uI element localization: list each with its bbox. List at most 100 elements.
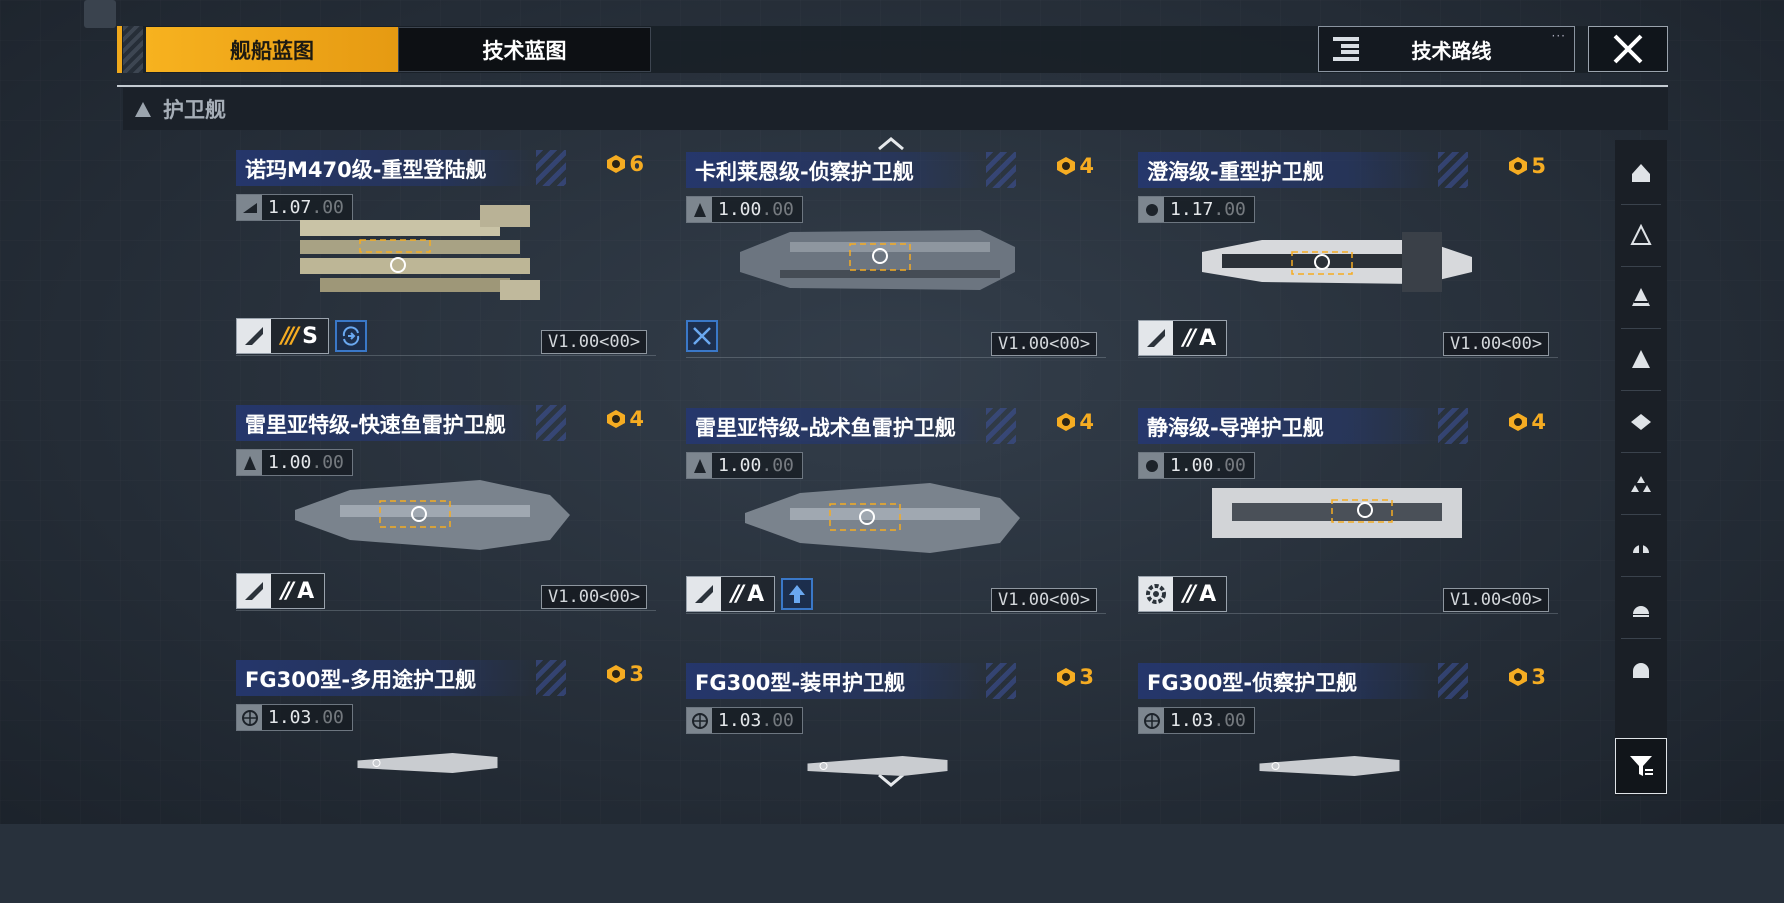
rail-divider xyxy=(1621,514,1661,515)
filter-station-icon[interactable] xyxy=(1619,518,1663,574)
ship-model-image xyxy=(1212,488,1462,538)
globe-icon xyxy=(687,708,712,733)
collapse-triangle-icon xyxy=(135,101,151,117)
ship-version-box: 1.03.00 xyxy=(236,704,353,731)
ship-version-suffix: .00 xyxy=(761,710,794,731)
ship-card[interactable]: 雷里亚特级-快速鱼雷护卫舰 4 1.00.00 //A V1.00<00> xyxy=(236,405,656,645)
top-divider xyxy=(117,85,1668,87)
filter-carrier-icon[interactable] xyxy=(1619,146,1663,202)
ship-card[interactable]: FG300型-多用途护卫舰 3 1.03.00 xyxy=(236,660,656,900)
skill-cross-icon[interactable] xyxy=(686,320,718,352)
card-baseline xyxy=(236,610,656,611)
ship-cost-value: 3 xyxy=(1079,665,1094,689)
globe-icon xyxy=(1139,708,1164,733)
ship-grade-box: //A xyxy=(1138,320,1228,356)
ship-model-image xyxy=(745,483,1020,553)
command-point-icon xyxy=(607,665,626,683)
ship-version-tag: V1.00<00> xyxy=(1443,332,1550,356)
corner-mark xyxy=(84,0,116,28)
ship-card[interactable]: 诺玛M470级-重型登陆舰 6 1.07.00 ///S V1.00<00> xyxy=(236,150,656,390)
ship-class-icon xyxy=(687,197,712,222)
filter-corvette-icon[interactable] xyxy=(1619,394,1663,450)
ship-cost-value: 4 xyxy=(1079,154,1094,178)
tech-route-button[interactable]: 技术路线 ··· xyxy=(1318,26,1575,72)
ship-stat-row: //A xyxy=(236,573,326,609)
filter-fighter-icon[interactable] xyxy=(1619,456,1663,512)
rail-divider xyxy=(1621,452,1661,453)
ship-name: 卡利莱恩级-侦察护卫舰 xyxy=(695,160,914,184)
close-button[interactable] xyxy=(1588,26,1668,72)
ship-card[interactable]: FG300型-侦察护卫舰 3 1.03.00 xyxy=(1138,663,1558,903)
ship-version-suffix: .00 xyxy=(1213,710,1246,731)
ship-card[interactable]: FG300型-装甲护卫舰 3 1.03.00 xyxy=(686,663,1106,903)
scroll-up-chevron-icon[interactable] xyxy=(876,134,906,154)
ship-version: 1.03 xyxy=(1170,710,1214,731)
weapon-type-icon xyxy=(237,574,271,608)
ship-model-image xyxy=(807,756,948,776)
ship-card[interactable]: 卡利莱恩级-侦察护卫舰 4 1.00.00 V1.00<00> xyxy=(686,152,1106,392)
ship-cost-value: 3 xyxy=(629,662,644,686)
rail-divider xyxy=(1621,328,1661,329)
skill-swap-icon[interactable] xyxy=(334,320,367,352)
command-point-icon xyxy=(1509,157,1528,175)
ship-model-image xyxy=(1259,756,1400,776)
ship-stat-row: ///S xyxy=(236,318,367,354)
ship-class-icon xyxy=(1139,453,1164,478)
ship-name: 诺玛M470级-重型登陆舰 xyxy=(245,158,487,182)
category-bar[interactable]: 护卫舰 xyxy=(123,88,1668,130)
card-baseline xyxy=(236,355,656,356)
tech-tree-icon xyxy=(1333,37,1359,61)
ship-name: FG300型-侦察护卫舰 xyxy=(1147,671,1358,695)
filter-frigate-icon[interactable] xyxy=(1619,332,1663,388)
top-hatch-decoration xyxy=(123,26,143,73)
rail-divider xyxy=(1621,266,1661,267)
gear-icon xyxy=(1139,577,1173,611)
ship-cost: 6 xyxy=(606,152,644,176)
filter-cruiser-icon[interactable] xyxy=(1619,208,1663,264)
ship-cost-value: 4 xyxy=(629,407,644,431)
ship-stat-row: //A xyxy=(1138,576,1228,612)
tech-route-label: 技术路线 xyxy=(1411,38,1492,63)
ship-stat-row: //A xyxy=(686,576,814,612)
ship-card[interactable]: 雷里亚特级-战术鱼雷护卫舰 4 1.00.00 //A V1.00<00> xyxy=(686,408,1106,648)
ship-stat-row: //A xyxy=(1138,320,1228,356)
ship-version-tag: V1.00<00> xyxy=(991,588,1098,612)
ship-card[interactable]: 澄海级-重型护卫舰 5 1.17.00 //A V1.00<00> xyxy=(1138,152,1558,392)
ship-grade: S xyxy=(302,323,318,349)
filter-auxiliary-icon[interactable] xyxy=(1619,642,1663,698)
tab-tech-blueprint[interactable]: 技术蓝图 xyxy=(398,27,651,72)
ship-name: FG300型-装甲护卫舰 xyxy=(695,671,906,695)
ship-cost: 3 xyxy=(1056,665,1094,689)
command-point-icon xyxy=(1509,413,1528,431)
ship-cost-value: 4 xyxy=(1079,410,1094,434)
ship-card[interactable]: 静海级-导弹护卫舰 4 1.00.00 //A V1.00<00> xyxy=(1138,408,1558,648)
ship-model-image xyxy=(300,205,540,300)
ship-cost-value: 5 xyxy=(1531,154,1546,178)
card-baseline xyxy=(686,613,1106,614)
filter-support-icon[interactable] xyxy=(1619,580,1663,636)
rail-divider xyxy=(1621,638,1661,639)
ship-cost: 5 xyxy=(1508,154,1546,178)
ship-grade-box: ///S xyxy=(236,318,329,354)
ship-version-tag: V1.00<00> xyxy=(541,330,648,354)
skill-upgrade-arrow-icon[interactable] xyxy=(781,578,814,610)
rail-divider xyxy=(1621,204,1661,205)
top-accent-stripe xyxy=(117,26,122,73)
tab-ship-blueprint[interactable]: 舰船蓝图 xyxy=(146,27,398,72)
ship-model-image xyxy=(1202,232,1472,292)
category-label: 护卫舰 xyxy=(163,98,226,122)
ship-grade: A xyxy=(1199,581,1217,607)
ship-model-image xyxy=(740,230,1015,290)
ship-cost: 4 xyxy=(1056,410,1094,434)
ship-cost-value: 4 xyxy=(1531,410,1546,434)
filter-button[interactable] xyxy=(1615,738,1667,794)
ship-name: 雷里亚特级-快速鱼雷护卫舰 xyxy=(245,413,506,437)
ship-cost-value: 6 xyxy=(629,152,644,176)
ship-model-image xyxy=(357,753,498,773)
ship-cost: 4 xyxy=(1056,154,1094,178)
ship-version-tag: V1.00<00> xyxy=(1443,588,1550,612)
ship-grade: A xyxy=(1199,325,1217,351)
filter-destroyer-icon[interactable] xyxy=(1619,270,1663,326)
card-baseline xyxy=(1138,613,1558,614)
ship-class-icon xyxy=(1139,197,1164,222)
